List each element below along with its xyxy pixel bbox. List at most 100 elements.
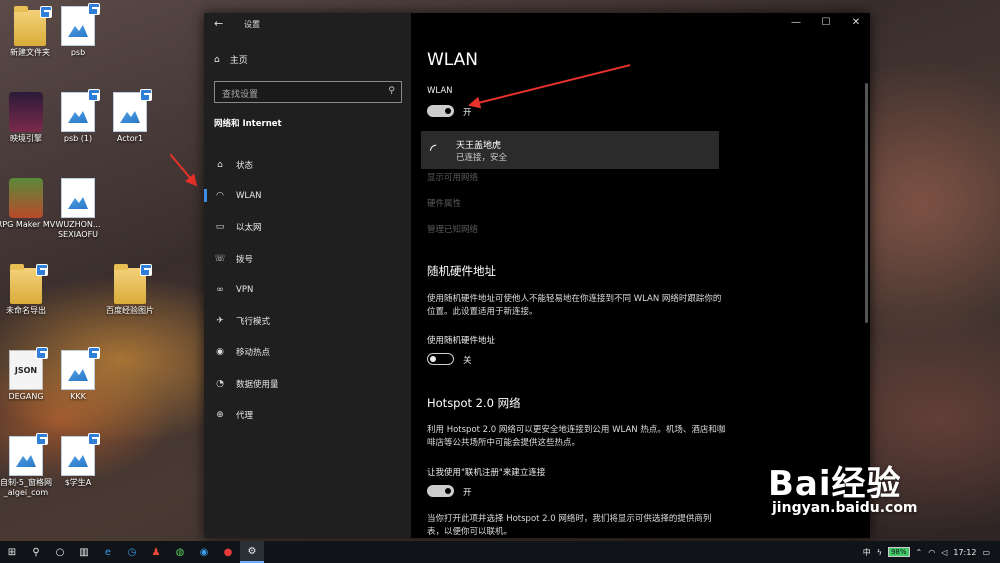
json-file-icon: JSON bbox=[9, 347, 48, 390]
wifi-tray-icon[interactable]: ◠ bbox=[928, 548, 935, 557]
random-mac-description: 使用随机硬件地址可使他人不能轻易地在你连接到不同 WLAN 网络时跟踪你的位置。… bbox=[427, 294, 722, 317]
browser-icon[interactable]: ◉ bbox=[192, 541, 216, 563]
hotspot-icon: ◉ bbox=[216, 347, 224, 358]
hotspot20-toggle-label: 让我使用"联机注册"来建立连接 bbox=[427, 468, 546, 478]
image-file-icon bbox=[61, 3, 100, 46]
folder-icon bbox=[114, 264, 152, 304]
baidu-watermark-logo: Bai经验 bbox=[768, 464, 902, 504]
input-method-indicator[interactable]: 中 bbox=[863, 547, 871, 558]
desktop-icon-psb[interactable]: psb bbox=[48, 3, 108, 58]
desktop-icon-actor1[interactable]: Actor1 bbox=[100, 89, 160, 144]
lightning-icon: ϟ bbox=[876, 547, 882, 557]
home-nav[interactable]: ⌂ 主页 bbox=[214, 53, 248, 67]
image-file-icon bbox=[61, 347, 100, 390]
desktop-icon-student-a[interactable]: $学生A bbox=[48, 433, 108, 488]
airplane-icon: ✈ bbox=[216, 316, 224, 327]
link-show-available[interactable]: 显示可用网络 bbox=[427, 171, 478, 183]
home-icon: ⌂ bbox=[214, 54, 220, 65]
hotspot20-toggle-state: 开 bbox=[463, 488, 472, 498]
image-file-icon bbox=[113, 89, 152, 132]
dialup-icon: ☏ bbox=[214, 253, 226, 264]
data-usage-icon: ◔ bbox=[216, 378, 224, 389]
notification-icon[interactable]: ▭ bbox=[982, 548, 990, 557]
hotspot20-footer: 当你打开此项并选择 Hotspot 2.0 网络时，我们将显示可供选择的提供商列… bbox=[427, 514, 712, 537]
home-label: 主页 bbox=[229, 56, 248, 66]
wlan-toggle-label: WLAN bbox=[427, 86, 453, 96]
hotspot20-description: 利用 Hotspot 2.0 网络可以更安全地连接到公用 WLAN 热点。机场、… bbox=[427, 425, 726, 448]
vpn-icon: ∞ bbox=[216, 284, 224, 295]
window-title: 设置 bbox=[244, 20, 260, 29]
link-manage-known[interactable]: 管理已知网络 bbox=[427, 223, 478, 235]
annotation-arrow-sidebar bbox=[169, 153, 197, 186]
sidebar-item-hotspot[interactable]: ◉ 移动热点 bbox=[204, 337, 411, 368]
wlan-toggle[interactable] bbox=[427, 105, 454, 117]
desktop-icon-psb1[interactable]: psb (1) bbox=[48, 89, 108, 144]
baidu-watermark-url: jingyan.baidu.com bbox=[772, 500, 918, 516]
folder-icon bbox=[14, 6, 52, 46]
search-icon[interactable]: ⚲ bbox=[388, 86, 395, 96]
clock[interactable]: 17:12 bbox=[953, 548, 976, 557]
desktop-icon-baidu-images[interactable]: 百度经验图片 bbox=[100, 264, 160, 316]
wifi-icon: ◠ bbox=[216, 190, 224, 201]
search-icon[interactable]: ⚲ bbox=[24, 541, 48, 563]
wifi-signal-icon: ◜ bbox=[430, 140, 437, 159]
system-tray: 中 ϟ 98% ⌃ ◠ ◁ 17:12 ▭ bbox=[863, 541, 1000, 563]
chevron-up-icon[interactable]: ⌃ bbox=[916, 548, 923, 557]
sidebar-nav: ⌂ 状态 ◠ WLAN ▭ 以太网 ☏ 拨号 ∞ VPN ✈ 飞行模式 ◉ 移动… bbox=[204, 149, 411, 431]
battery-indicator[interactable]: 98% bbox=[887, 547, 910, 557]
close-button[interactable]: ✕ bbox=[846, 17, 866, 28]
sidebar-item-vpn[interactable]: ∞ VPN bbox=[204, 274, 411, 305]
ethernet-icon: ▭ bbox=[215, 222, 225, 233]
sidebar-item-proxy[interactable]: ⊕ 代理 bbox=[204, 399, 411, 430]
game-app-icon bbox=[9, 92, 43, 132]
hotspot20-heading: Hotspot 2.0 网络 bbox=[427, 396, 521, 410]
start-icon[interactable]: ⊞ bbox=[0, 541, 24, 563]
clock-app-icon[interactable]: ◷ bbox=[120, 541, 144, 563]
network-status: 已连接，安全 bbox=[456, 153, 508, 163]
wechat-icon[interactable]: ◍ bbox=[168, 541, 192, 563]
cortana-icon[interactable]: ○ bbox=[48, 541, 72, 563]
sidebar-item-dialup[interactable]: ☏ 拨号 bbox=[204, 243, 411, 274]
netease-music-icon[interactable]: ● bbox=[216, 541, 240, 563]
sidebar-item-data-usage[interactable]: ◔ 数据使用量 bbox=[204, 368, 411, 399]
settings-sidebar: ← 设置 ⌂ 主页 ⚲ 网络和 Internet ⌂ 状态 ◠ WLAN ▭ 以… bbox=[204, 13, 411, 538]
image-file-icon bbox=[61, 178, 95, 218]
scrollbar[interactable] bbox=[865, 83, 868, 323]
folder-icon bbox=[10, 264, 48, 304]
random-mac-toggle-state: 关 bbox=[463, 356, 472, 366]
random-mac-toggle-label: 使用随机硬件地址 bbox=[427, 336, 496, 346]
settings-icon[interactable]: ⚙ bbox=[240, 541, 264, 563]
desktop-icon-unnamed-export[interactable]: 未命名导出 bbox=[0, 264, 56, 316]
network-name: 天王盖地虎 bbox=[456, 141, 502, 151]
volume-icon[interactable]: ◁ bbox=[941, 548, 947, 557]
desktop-icon-kkk[interactable]: KKK bbox=[48, 347, 108, 402]
sidebar-item-ethernet[interactable]: ▭ 以太网 bbox=[204, 212, 411, 243]
random-mac-toggle[interactable] bbox=[427, 353, 454, 365]
taskbar: ⊞ ⚲ ○ ▥ e ◷ ♟ ◍ ◉ ● ⚙ 中 ϟ 98% ⌃ ◠ ◁ 17:1… bbox=[0, 541, 1000, 563]
maximize-button[interactable]: ☐ bbox=[816, 17, 836, 28]
proxy-icon: ⊕ bbox=[216, 410, 224, 421]
page-title: WLAN bbox=[427, 50, 479, 70]
network-item[interactable]: ◜ 天王盖地虎 已连接，安全 bbox=[421, 131, 719, 169]
minimize-button[interactable]: — bbox=[786, 17, 806, 28]
image-file-icon bbox=[61, 433, 100, 476]
app-icon[interactable]: ♟ bbox=[144, 541, 168, 563]
sidebar-item-wlan[interactable]: ◠ WLAN bbox=[204, 180, 411, 211]
search-input[interactable] bbox=[215, 85, 375, 105]
sidebar-item-status[interactable]: ⌂ 状态 bbox=[204, 149, 411, 180]
image-file-icon bbox=[61, 89, 100, 132]
rpg-maker-icon bbox=[9, 178, 43, 218]
back-button[interactable]: ← bbox=[214, 17, 223, 30]
sidebar-item-airplane[interactable]: ✈ 飞行模式 bbox=[204, 305, 411, 336]
title-bar: ← 设置 bbox=[204, 13, 411, 35]
image-file-icon bbox=[9, 433, 48, 476]
desktop-icon-wuzhong[interactable]: WUZHON... SEXIAOFU bbox=[48, 178, 108, 240]
globe-status-icon: ⌂ bbox=[217, 159, 223, 170]
edge-icon[interactable]: e bbox=[96, 541, 120, 563]
random-mac-heading: 随机硬件地址 bbox=[427, 264, 496, 278]
search-box: ⚲ bbox=[214, 81, 402, 105]
hotspot20-toggle[interactable] bbox=[427, 485, 454, 497]
section-title: 网络和 Internet bbox=[214, 119, 282, 129]
link-hardware-properties[interactable]: 硬件属性 bbox=[427, 197, 461, 209]
task-view-icon[interactable]: ▥ bbox=[72, 541, 96, 563]
